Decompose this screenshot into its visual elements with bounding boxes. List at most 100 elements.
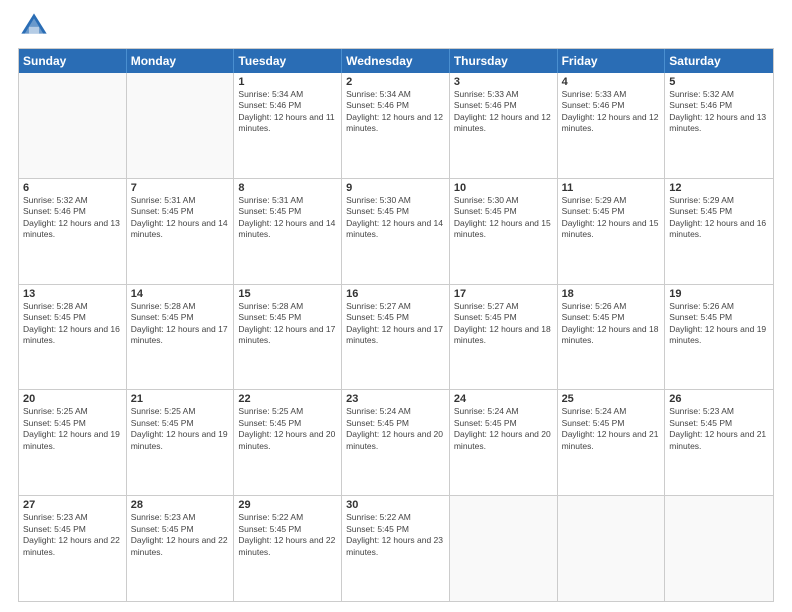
day-cell-23: 23Sunrise: 5:24 AM Sunset: 5:45 PM Dayli… — [342, 390, 450, 495]
day-cell-empty — [450, 496, 558, 601]
day-number: 1 — [238, 76, 337, 88]
day-details: Sunrise: 5:30 AM Sunset: 5:45 PM Dayligh… — [346, 195, 445, 241]
day-details: Sunrise: 5:34 AM Sunset: 5:46 PM Dayligh… — [238, 89, 337, 135]
day-number: 24 — [454, 393, 553, 405]
day-details: Sunrise: 5:29 AM Sunset: 5:45 PM Dayligh… — [669, 195, 769, 241]
day-number: 3 — [454, 76, 553, 88]
day-cell-18: 18Sunrise: 5:26 AM Sunset: 5:45 PM Dayli… — [558, 285, 666, 390]
calendar-header: SundayMondayTuesdayWednesdayThursdayFrid… — [19, 49, 773, 73]
day-cell-19: 19Sunrise: 5:26 AM Sunset: 5:45 PM Dayli… — [665, 285, 773, 390]
day-cell-15: 15Sunrise: 5:28 AM Sunset: 5:45 PM Dayli… — [234, 285, 342, 390]
day-details: Sunrise: 5:30 AM Sunset: 5:45 PM Dayligh… — [454, 195, 553, 241]
calendar-body: 1Sunrise: 5:34 AM Sunset: 5:46 PM Daylig… — [19, 73, 773, 601]
day-number: 7 — [131, 182, 230, 194]
day-details: Sunrise: 5:28 AM Sunset: 5:45 PM Dayligh… — [131, 301, 230, 347]
day-number: 22 — [238, 393, 337, 405]
day-number: 4 — [562, 76, 661, 88]
header — [18, 10, 774, 42]
day-header-friday: Friday — [558, 49, 666, 73]
day-details: Sunrise: 5:31 AM Sunset: 5:45 PM Dayligh… — [131, 195, 230, 241]
day-number: 30 — [346, 499, 445, 511]
day-details: Sunrise: 5:26 AM Sunset: 5:45 PM Dayligh… — [562, 301, 661, 347]
day-details: Sunrise: 5:28 AM Sunset: 5:45 PM Dayligh… — [238, 301, 337, 347]
day-number: 25 — [562, 393, 661, 405]
day-number: 19 — [669, 288, 769, 300]
day-cell-2: 2Sunrise: 5:34 AM Sunset: 5:46 PM Daylig… — [342, 73, 450, 178]
day-details: Sunrise: 5:22 AM Sunset: 5:45 PM Dayligh… — [238, 512, 337, 558]
day-number: 16 — [346, 288, 445, 300]
day-cell-empty — [127, 73, 235, 178]
day-details: Sunrise: 5:25 AM Sunset: 5:45 PM Dayligh… — [238, 406, 337, 452]
day-number: 6 — [23, 182, 122, 194]
day-cell-27: 27Sunrise: 5:23 AM Sunset: 5:45 PM Dayli… — [19, 496, 127, 601]
day-number: 5 — [669, 76, 769, 88]
day-cell-29: 29Sunrise: 5:22 AM Sunset: 5:45 PM Dayli… — [234, 496, 342, 601]
day-details: Sunrise: 5:23 AM Sunset: 5:45 PM Dayligh… — [131, 512, 230, 558]
day-details: Sunrise: 5:26 AM Sunset: 5:45 PM Dayligh… — [669, 301, 769, 347]
day-header-saturday: Saturday — [665, 49, 773, 73]
day-cell-21: 21Sunrise: 5:25 AM Sunset: 5:45 PM Dayli… — [127, 390, 235, 495]
day-number: 12 — [669, 182, 769, 194]
day-number: 27 — [23, 499, 122, 511]
day-number: 11 — [562, 182, 661, 194]
day-cell-30: 30Sunrise: 5:22 AM Sunset: 5:45 PM Dayli… — [342, 496, 450, 601]
day-number: 20 — [23, 393, 122, 405]
day-number: 9 — [346, 182, 445, 194]
logo — [18, 10, 54, 42]
day-details: Sunrise: 5:32 AM Sunset: 5:46 PM Dayligh… — [669, 89, 769, 135]
day-header-thursday: Thursday — [450, 49, 558, 73]
day-details: Sunrise: 5:27 AM Sunset: 5:45 PM Dayligh… — [454, 301, 553, 347]
day-number: 18 — [562, 288, 661, 300]
day-details: Sunrise: 5:32 AM Sunset: 5:46 PM Dayligh… — [23, 195, 122, 241]
page: SundayMondayTuesdayWednesdayThursdayFrid… — [0, 0, 792, 612]
day-details: Sunrise: 5:25 AM Sunset: 5:45 PM Dayligh… — [131, 406, 230, 452]
day-cell-22: 22Sunrise: 5:25 AM Sunset: 5:45 PM Dayli… — [234, 390, 342, 495]
day-header-wednesday: Wednesday — [342, 49, 450, 73]
day-header-tuesday: Tuesday — [234, 49, 342, 73]
day-header-sunday: Sunday — [19, 49, 127, 73]
day-number: 17 — [454, 288, 553, 300]
day-number: 23 — [346, 393, 445, 405]
day-number: 28 — [131, 499, 230, 511]
day-details: Sunrise: 5:33 AM Sunset: 5:46 PM Dayligh… — [562, 89, 661, 135]
day-number: 8 — [238, 182, 337, 194]
day-cell-8: 8Sunrise: 5:31 AM Sunset: 5:45 PM Daylig… — [234, 179, 342, 284]
day-cell-13: 13Sunrise: 5:28 AM Sunset: 5:45 PM Dayli… — [19, 285, 127, 390]
day-cell-3: 3Sunrise: 5:33 AM Sunset: 5:46 PM Daylig… — [450, 73, 558, 178]
day-details: Sunrise: 5:24 AM Sunset: 5:45 PM Dayligh… — [346, 406, 445, 452]
day-number: 15 — [238, 288, 337, 300]
day-cell-11: 11Sunrise: 5:29 AM Sunset: 5:45 PM Dayli… — [558, 179, 666, 284]
day-cell-16: 16Sunrise: 5:27 AM Sunset: 5:45 PM Dayli… — [342, 285, 450, 390]
day-cell-1: 1Sunrise: 5:34 AM Sunset: 5:46 PM Daylig… — [234, 73, 342, 178]
day-cell-6: 6Sunrise: 5:32 AM Sunset: 5:46 PM Daylig… — [19, 179, 127, 284]
day-cell-empty — [19, 73, 127, 178]
day-cell-5: 5Sunrise: 5:32 AM Sunset: 5:46 PM Daylig… — [665, 73, 773, 178]
day-details: Sunrise: 5:23 AM Sunset: 5:45 PM Dayligh… — [669, 406, 769, 452]
day-number: 13 — [23, 288, 122, 300]
day-number: 10 — [454, 182, 553, 194]
week-row-1: 1Sunrise: 5:34 AM Sunset: 5:46 PM Daylig… — [19, 73, 773, 178]
week-row-2: 6Sunrise: 5:32 AM Sunset: 5:46 PM Daylig… — [19, 178, 773, 284]
day-cell-10: 10Sunrise: 5:30 AM Sunset: 5:45 PM Dayli… — [450, 179, 558, 284]
day-cell-14: 14Sunrise: 5:28 AM Sunset: 5:45 PM Dayli… — [127, 285, 235, 390]
day-cell-28: 28Sunrise: 5:23 AM Sunset: 5:45 PM Dayli… — [127, 496, 235, 601]
week-row-3: 13Sunrise: 5:28 AM Sunset: 5:45 PM Dayli… — [19, 284, 773, 390]
day-cell-7: 7Sunrise: 5:31 AM Sunset: 5:45 PM Daylig… — [127, 179, 235, 284]
day-details: Sunrise: 5:25 AM Sunset: 5:45 PM Dayligh… — [23, 406, 122, 452]
day-details: Sunrise: 5:27 AM Sunset: 5:45 PM Dayligh… — [346, 301, 445, 347]
day-details: Sunrise: 5:24 AM Sunset: 5:45 PM Dayligh… — [454, 406, 553, 452]
week-row-5: 27Sunrise: 5:23 AM Sunset: 5:45 PM Dayli… — [19, 495, 773, 601]
day-details: Sunrise: 5:22 AM Sunset: 5:45 PM Dayligh… — [346, 512, 445, 558]
day-number: 14 — [131, 288, 230, 300]
calendar: SundayMondayTuesdayWednesdayThursdayFrid… — [18, 48, 774, 602]
logo-icon — [18, 10, 50, 42]
day-details: Sunrise: 5:31 AM Sunset: 5:45 PM Dayligh… — [238, 195, 337, 241]
day-header-monday: Monday — [127, 49, 235, 73]
day-cell-9: 9Sunrise: 5:30 AM Sunset: 5:45 PM Daylig… — [342, 179, 450, 284]
day-details: Sunrise: 5:23 AM Sunset: 5:45 PM Dayligh… — [23, 512, 122, 558]
day-details: Sunrise: 5:28 AM Sunset: 5:45 PM Dayligh… — [23, 301, 122, 347]
day-cell-26: 26Sunrise: 5:23 AM Sunset: 5:45 PM Dayli… — [665, 390, 773, 495]
week-row-4: 20Sunrise: 5:25 AM Sunset: 5:45 PM Dayli… — [19, 389, 773, 495]
day-details: Sunrise: 5:34 AM Sunset: 5:46 PM Dayligh… — [346, 89, 445, 135]
day-number: 29 — [238, 499, 337, 511]
